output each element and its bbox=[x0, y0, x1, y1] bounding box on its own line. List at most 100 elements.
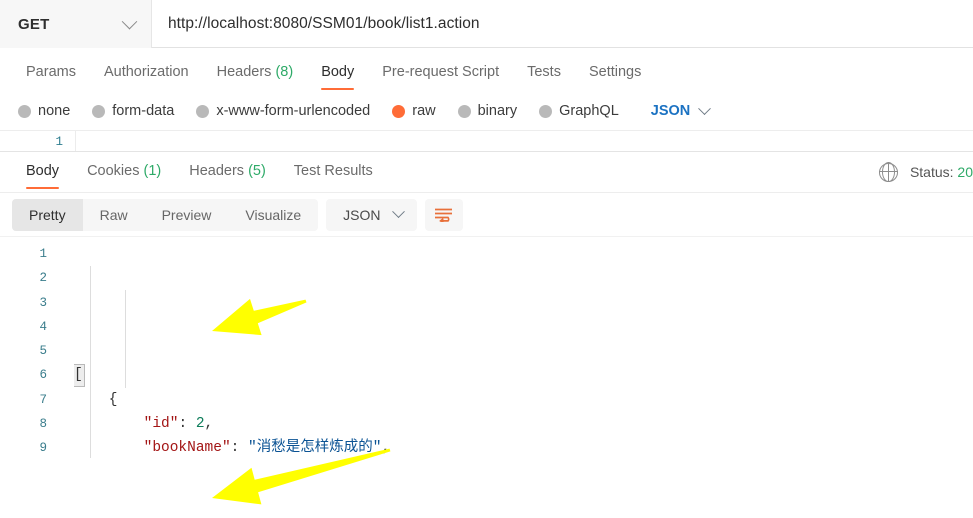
body-type-binary-label: binary bbox=[477, 103, 518, 119]
line-number: 2 bbox=[39, 271, 47, 286]
http-method-label: GET bbox=[18, 15, 50, 33]
body-type-x-www-form-urlencoded-label: x-www-form-urlencoded bbox=[216, 103, 371, 119]
view-mode-raw[interactable]: Raw bbox=[83, 199, 145, 231]
body-type-raw-label: raw bbox=[412, 103, 436, 119]
line-number: 7 bbox=[39, 392, 47, 407]
request-tab-params-label: Params bbox=[26, 64, 76, 80]
request-tab-tests[interactable]: Tests bbox=[513, 54, 575, 92]
code-token: , bbox=[204, 416, 214, 433]
view-mode-pretty[interactable]: Pretty bbox=[12, 198, 83, 231]
code-token: { bbox=[74, 391, 118, 408]
body-type-graphql[interactable]: GraphQL bbox=[539, 103, 619, 119]
view-mode-preview-label: Preview bbox=[161, 206, 212, 223]
request-url-bar: GET http://localhost:8080/SSM01/book/lis… bbox=[0, 0, 973, 50]
request-editor-content[interactable] bbox=[76, 131, 973, 151]
request-tab-authorization-label: Authorization bbox=[103, 64, 189, 80]
response-tab-body[interactable]: Body bbox=[12, 153, 73, 191]
response-tab-headers[interactable]: Headers (5) bbox=[175, 153, 280, 191]
request-editor-line-number: 1 bbox=[0, 131, 76, 151]
view-mode-preview[interactable]: Preview bbox=[145, 199, 229, 231]
code-token: "消愁是怎样炼成的" bbox=[248, 440, 382, 457]
response-line-numbers: 1234567891011 bbox=[0, 237, 58, 458]
status-label: Status: bbox=[909, 164, 954, 180]
line-number: 6 bbox=[39, 368, 47, 383]
radio-icon-binary bbox=[457, 104, 471, 118]
raw-format-label: JSON bbox=[650, 103, 691, 119]
request-tab-tests-label: Tests bbox=[527, 64, 561, 80]
response-format-label: JSON bbox=[343, 206, 381, 223]
response-format-select[interactable]: JSON bbox=[326, 198, 417, 231]
body-type-row: none form-data x-www-form-urlencoded raw… bbox=[0, 92, 973, 130]
view-mode-visualize-label: Visualize bbox=[245, 206, 302, 223]
body-type-graphql-label: GraphQL bbox=[559, 103, 619, 119]
body-type-form-data[interactable]: form-data bbox=[92, 103, 174, 119]
line-number: 8 bbox=[39, 417, 47, 432]
response-toolbar: Pretty Raw Preview Visualize JSON bbox=[0, 192, 973, 236]
request-body-editor[interactable]: 1 bbox=[0, 130, 973, 152]
response-tab-test-results-label: Test Results bbox=[293, 163, 373, 179]
view-mode-visualize[interactable]: Visualize bbox=[228, 199, 318, 231]
indent-guide bbox=[125, 290, 126, 388]
request-tab-params[interactable]: Params bbox=[12, 54, 90, 92]
word-wrap-icon bbox=[435, 208, 453, 222]
http-method-select[interactable]: GET bbox=[0, 0, 152, 48]
request-tab-body-label: Body bbox=[321, 64, 355, 80]
line-number: 4 bbox=[39, 319, 47, 334]
response-tab-test-results[interactable]: Test Results bbox=[280, 153, 387, 191]
request-tab-settings[interactable]: Settings bbox=[575, 54, 655, 92]
body-type-form-data-label: form-data bbox=[112, 103, 175, 119]
response-tab-headers-label: Headers bbox=[189, 163, 245, 179]
response-fold-column[interactable] bbox=[58, 237, 74, 458]
code-line: "bookName": "消愁是怎样炼成的", bbox=[74, 436, 973, 458]
code-token: [ bbox=[74, 364, 85, 388]
request-tab-settings-label: Settings bbox=[588, 64, 642, 80]
request-tab-headers[interactable]: Headers (8) bbox=[203, 54, 308, 92]
body-type-none[interactable]: none bbox=[18, 103, 70, 119]
line-number: 5 bbox=[39, 344, 47, 359]
radio-icon-x-www-form-urlencoded bbox=[196, 104, 210, 118]
code-line: [ bbox=[74, 363, 973, 388]
request-tab-body[interactable]: Body bbox=[307, 54, 368, 92]
url-input[interactable]: http://localhost:8080/SSM01/book/list1.a… bbox=[152, 0, 973, 47]
response-view-mode-group: Pretty Raw Preview Visualize bbox=[12, 198, 319, 231]
request-tab-pre-request-script-label: Pre-request Script bbox=[382, 64, 500, 80]
chevron-down-icon bbox=[121, 13, 138, 29]
raw-format-select[interactable]: JSON bbox=[650, 101, 712, 119]
chevron-down-icon bbox=[698, 101, 712, 115]
radio-icon-none bbox=[18, 104, 31, 118]
request-tabs: Params Authorization Headers (8) Body Pr… bbox=[0, 50, 973, 92]
response-tab-body-label: Body bbox=[26, 163, 60, 179]
request-tab-authorization[interactable]: Authorization bbox=[90, 54, 203, 92]
status-badge: Status: 20 bbox=[910, 164, 973, 180]
radio-icon-graphql bbox=[539, 104, 553, 118]
body-type-binary[interactable]: binary bbox=[457, 103, 518, 119]
line-number: 1 bbox=[39, 247, 47, 261]
view-mode-pretty-label: Pretty bbox=[29, 206, 66, 223]
code-token: "bookName" bbox=[143, 440, 231, 457]
url-box: GET http://localhost:8080/SSM01/book/lis… bbox=[0, 0, 973, 48]
response-tabs: Body Cookies (1) Headers (5) Test Result… bbox=[0, 152, 973, 192]
line-number: 3 bbox=[39, 295, 47, 310]
indent-guide bbox=[90, 266, 91, 458]
response-tab-cookies[interactable]: Cookies (1) bbox=[73, 153, 175, 191]
response-json-code[interactable]: [ { "id": 2, "bookName": "消愁是怎样炼成的", "bo… bbox=[74, 237, 973, 458]
body-type-x-www-form-urlencoded[interactable]: x-www-form-urlencoded bbox=[196, 103, 370, 119]
response-status-area: Status: 20 bbox=[878, 152, 973, 192]
request-tab-headers-count: (8) bbox=[275, 64, 294, 80]
view-mode-raw-label: Raw bbox=[99, 206, 128, 223]
line-number: 9 bbox=[39, 441, 47, 456]
request-tab-pre-request-script[interactable]: Pre-request Script bbox=[368, 54, 513, 92]
body-type-raw[interactable]: raw bbox=[392, 103, 436, 119]
globe-icon bbox=[878, 162, 899, 182]
response-tab-cookies-count: (1) bbox=[143, 163, 162, 179]
code-line: "id": 2, bbox=[74, 412, 973, 436]
request-tab-headers-label: Headers bbox=[216, 64, 272, 80]
radio-icon-form-data bbox=[92, 104, 106, 118]
code-token: "id" bbox=[143, 416, 179, 433]
code-token: 2 bbox=[195, 416, 205, 433]
code-token: , bbox=[381, 440, 391, 457]
word-wrap-button[interactable] bbox=[424, 198, 463, 231]
response-body-viewer[interactable]: 1234567891011 [ { "id": 2, "bookName": "… bbox=[0, 236, 973, 458]
